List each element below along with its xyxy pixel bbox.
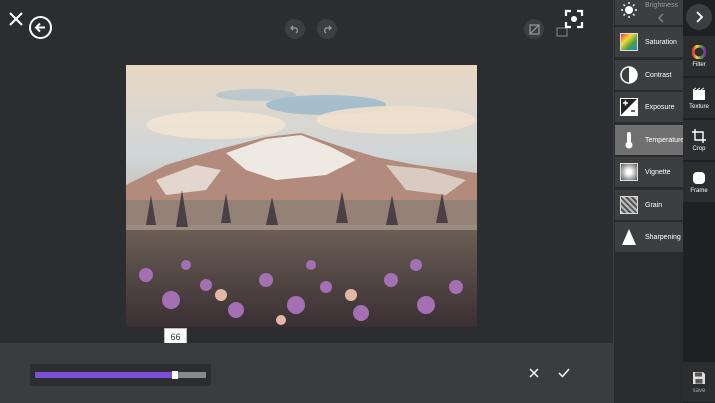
tool-label: Brightness: [645, 2, 679, 9]
tool-vignette[interactable]: Vignette: [615, 157, 683, 188]
chevron-right-icon: [696, 11, 703, 23]
slider-track[interactable]: [35, 371, 206, 379]
rail-label: Frame: [690, 187, 708, 194]
slider-fill: [35, 372, 176, 378]
temperature-icon: [625, 132, 633, 149]
texture-icon: [692, 87, 705, 100]
close-icon: [9, 12, 23, 26]
rail-frame[interactable]: Frame: [683, 162, 715, 203]
brightness-icon: [621, 1, 637, 18]
adjustments-panel: Brightness Saturation Contrast Exposure …: [613, 0, 685, 403]
filter-icon: [692, 44, 706, 59]
slider-thumb[interactable]: [172, 371, 179, 379]
rail-crop[interactable]: Crop: [683, 120, 715, 161]
tool-exposure[interactable]: Exposure: [615, 92, 683, 123]
tool-grain[interactable]: Grain: [615, 190, 683, 221]
redo-icon: [324, 25, 332, 34]
rail-save[interactable]: save: [683, 362, 715, 403]
tool-label: Saturation: [645, 38, 677, 46]
save-icon: [693, 371, 705, 384]
contrast-icon: [620, 66, 638, 84]
close-button[interactable]: [4, 7, 28, 31]
rail-texture[interactable]: Texture: [683, 78, 715, 119]
compare-icon: [528, 23, 540, 35]
rail-label: save: [692, 387, 706, 394]
check-icon: [558, 368, 570, 378]
frame-icon: [693, 171, 705, 184]
vignette-icon: [620, 163, 638, 181]
tool-label: Contrast: [645, 71, 672, 79]
rail-filter[interactable]: Filter: [683, 36, 715, 77]
exposure-icon: [620, 98, 638, 116]
tool-brightness[interactable]: Brightness: [615, 0, 683, 26]
redo-button[interactable]: [317, 19, 337, 39]
rail-label: Texture: [689, 103, 709, 110]
tool-label: Sharpening: [645, 233, 681, 241]
undo-icon: [290, 25, 298, 34]
rail-label: Crop: [692, 145, 706, 152]
edited-photo: [126, 65, 477, 327]
tool-contrast[interactable]: Contrast: [615, 60, 683, 91]
focus-button[interactable]: [562, 7, 586, 31]
crop-icon: [692, 128, 706, 143]
tool-label: Grain: [645, 201, 663, 209]
adjustment-slider[interactable]: [30, 364, 211, 386]
tool-label: Vignette: [645, 168, 671, 176]
right-rail: Filter Texture Crop Frame save: [683, 0, 715, 403]
tool-sharpening[interactable]: Sharpening: [615, 222, 683, 253]
rail-label: Filter: [692, 61, 706, 68]
cancel-button[interactable]: [524, 363, 544, 383]
apply-button[interactable]: [554, 363, 574, 383]
tool-label: Temperature: [645, 136, 685, 144]
chevron-left-icon: [658, 13, 664, 23]
undo-button[interactable]: [285, 19, 305, 39]
tool-label: Exposure: [645, 103, 675, 111]
back-button[interactable]: [29, 16, 52, 39]
saturation-icon: [620, 33, 638, 51]
back-arrow-icon: [34, 22, 45, 33]
compare-button[interactable]: [524, 19, 544, 39]
focus-icon: [564, 9, 584, 29]
tool-saturation[interactable]: Saturation: [615, 27, 683, 58]
editor-canvas: 66: [0, 0, 619, 347]
sharpening-icon: [622, 229, 636, 245]
grain-icon: [620, 196, 638, 214]
cancel-icon: [529, 368, 539, 378]
next-button[interactable]: [686, 4, 712, 30]
tool-temperature[interactable]: Temperature: [615, 125, 685, 156]
